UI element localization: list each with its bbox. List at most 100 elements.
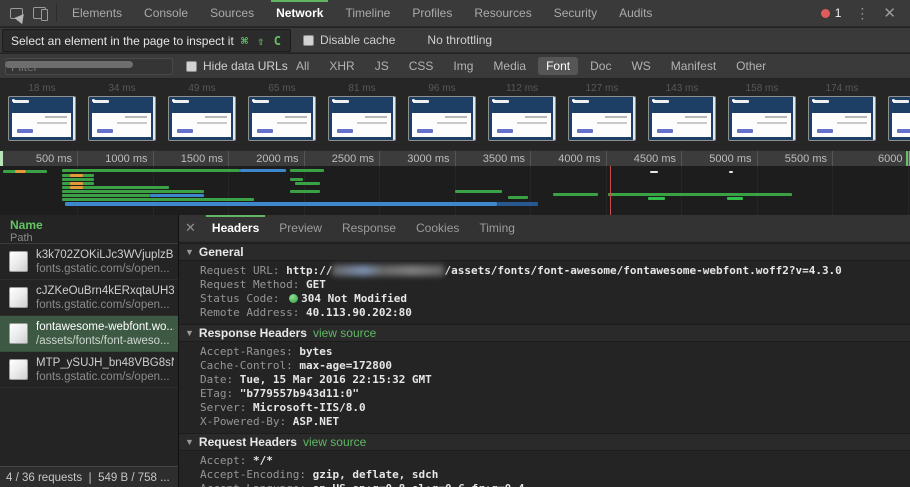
requests-list: k3k702ZOKiLJc3WVjuplzB... fonts.gstatic.c…: [0, 244, 178, 388]
filter-type-img[interactable]: Img: [445, 57, 481, 75]
section-title: Response Headers: [198, 326, 307, 340]
filter-type-all[interactable]: All: [288, 57, 317, 75]
thumb-logo: [732, 99, 749, 103]
ruler-tick: [303, 151, 305, 167]
thumb-card: [252, 113, 311, 137]
page-thumbnail[interactable]: [248, 96, 316, 141]
filmstrip-frame[interactable]: 143 ms: [648, 83, 716, 141]
details-tab-preview[interactable]: Preview: [269, 215, 332, 241]
tab-resources[interactable]: Resources: [463, 0, 542, 26]
filmstrip-frame[interactable]: 49 ms: [168, 83, 236, 141]
ruler-label: 5500 ms: [784, 153, 827, 165]
filmstrip-frame[interactable]: 18 ms: [8, 83, 76, 141]
disable-cache-label[interactable]: Disable cache: [320, 33, 395, 47]
tab-security[interactable]: Security: [543, 0, 608, 26]
header-key: ETag:: [200, 387, 240, 400]
table-row[interactable]: MTP_ySUJH_bn48VBG8sNS... fonts.gstatic.co…: [0, 352, 178, 388]
filmstrip-frame[interactable]: 34 ms: [88, 83, 156, 141]
overflow-menu-icon[interactable]: ⋮: [855, 5, 869, 22]
page-thumbnail[interactable]: [328, 96, 396, 141]
inspect-element-icon[interactable]: [10, 7, 23, 19]
filmstrip-frame[interactable]: 81 ms: [328, 83, 396, 141]
waterfall-overview[interactable]: [0, 166, 910, 215]
details-tab-headers[interactable]: Headers: [202, 215, 269, 241]
waterfall-bar: [553, 193, 598, 196]
collapse-triangle-icon[interactable]: ▼: [185, 247, 194, 257]
details-tab-timing[interactable]: Timing: [469, 215, 525, 241]
requests-header[interactable]: Name Path: [0, 215, 178, 244]
column-path[interactable]: Path: [10, 232, 178, 244]
filter-type-manifest[interactable]: Manifest: [663, 57, 724, 75]
tab-audits[interactable]: Audits: [608, 0, 663, 26]
hide-data-urls-label[interactable]: Hide data URLs: [203, 59, 288, 73]
disable-cache-checkbox[interactable]: [303, 34, 315, 46]
tab-sources[interactable]: Sources: [199, 0, 265, 26]
ruler-left-handle[interactable]: [0, 151, 3, 167]
filmstrip-frame[interactable]: 127 ms: [568, 83, 636, 141]
tab-network[interactable]: Network: [265, 0, 334, 26]
device-toolbar-icon[interactable]: [33, 7, 48, 21]
header-key: Status Code:: [200, 292, 287, 305]
devtools-window: Elements Console Sources Network Timeline Pro…: [0, 0, 910, 487]
filmstrip-frame[interactable]: 65 ms: [248, 83, 316, 141]
overview-gridline: [907, 166, 909, 215]
filter-type-xhr[interactable]: XHR: [321, 57, 362, 75]
filter-type-ws[interactable]: WS: [623, 57, 658, 75]
thumb-btn: [577, 129, 593, 133]
thumb-line2: [597, 122, 627, 124]
section-header[interactable]: ▼ Request Headers view source: [179, 433, 910, 451]
throttling-select[interactable]: No throttling: [427, 33, 492, 47]
collapse-triangle-icon[interactable]: ▼: [185, 328, 194, 338]
filter-type-font[interactable]: Font: [538, 57, 579, 75]
filter-type-css[interactable]: CSS: [401, 57, 442, 75]
view-source-link[interactable]: view source: [303, 435, 366, 449]
file-icon: [9, 251, 28, 272]
page-thumbnail[interactable]: [888, 96, 910, 141]
tab-elements[interactable]: Elements: [61, 0, 133, 26]
tab-console[interactable]: Console: [133, 0, 199, 26]
filmstrip-frame[interactable]: 96 ms: [408, 83, 476, 141]
details-tab-cookies[interactable]: Cookies: [406, 215, 469, 241]
hide-data-urls-checkbox[interactable]: [186, 60, 197, 72]
filter-type-doc[interactable]: Doc: [582, 57, 619, 75]
tab-profiles[interactable]: Profiles: [401, 0, 463, 26]
header-value: bytes: [299, 345, 333, 358]
request-path: fonts.gstatic.com/s/open...: [36, 371, 170, 383]
error-count-badge[interactable]: 1: [820, 6, 841, 20]
page-thumbnail[interactable]: [168, 96, 236, 141]
thumb-card: [12, 113, 71, 137]
table-row[interactable]: cJZKeOuBrn4kERxqtaUH3Z... fonts.gstatic.c…: [0, 280, 178, 316]
collapse-triangle-icon[interactable]: ▼: [185, 437, 194, 447]
section-header[interactable]: ▼ General: [179, 243, 910, 261]
close-details-icon[interactable]: ✕: [179, 220, 202, 236]
close-devtools-icon[interactable]: ✕: [883, 4, 896, 22]
page-thumbnail[interactable]: [408, 96, 476, 141]
section-header[interactable]: ▼ Response Headers view source: [179, 324, 910, 342]
filmstrip-frame[interactable]: [888, 96, 910, 141]
filmstrip-frame[interactable]: 112 ms: [488, 83, 556, 141]
page-thumbnail[interactable]: [808, 96, 876, 141]
header-value: en-US,en;q=0.8,el;q=0.6,fr;q=0.4: [313, 482, 525, 487]
table-row[interactable]: fontawesome-webfont.wo... /assets/fonts/f…: [0, 316, 178, 352]
tab-timeline[interactable]: Timeline: [334, 0, 401, 26]
view-source-link[interactable]: view source: [313, 326, 376, 340]
page-thumbnail[interactable]: [488, 96, 556, 141]
waterfall-bar: [62, 178, 94, 181]
page-thumbnail[interactable]: [88, 96, 156, 141]
table-row[interactable]: k3k702ZOKiLJc3WVjuplzB... fonts.gstatic.c…: [0, 244, 178, 280]
filmstrip-frame[interactable]: 174 ms: [808, 83, 876, 141]
filter-type-media[interactable]: Media: [485, 57, 534, 75]
page-thumbnail[interactable]: [568, 96, 636, 141]
page-thumbnail[interactable]: [648, 96, 716, 141]
filmstrip-scrollbar[interactable]: [5, 61, 133, 68]
ruler-tick: [907, 151, 909, 167]
page-thumbnail[interactable]: [8, 96, 76, 141]
column-name[interactable]: Name: [10, 218, 178, 232]
filter-type-js[interactable]: JS: [367, 57, 397, 75]
details-tab-response[interactable]: Response: [332, 215, 406, 241]
ruler-tick: [605, 151, 607, 167]
filter-type-other[interactable]: Other: [728, 57, 774, 75]
filmstrip-frame[interactable]: 158 ms: [728, 83, 796, 141]
timeline-ruler[interactable]: 500 ms 1000 ms 1500 ms 2000 ms 2500 ms 3000 m…: [0, 150, 910, 177]
page-thumbnail[interactable]: [728, 96, 796, 141]
